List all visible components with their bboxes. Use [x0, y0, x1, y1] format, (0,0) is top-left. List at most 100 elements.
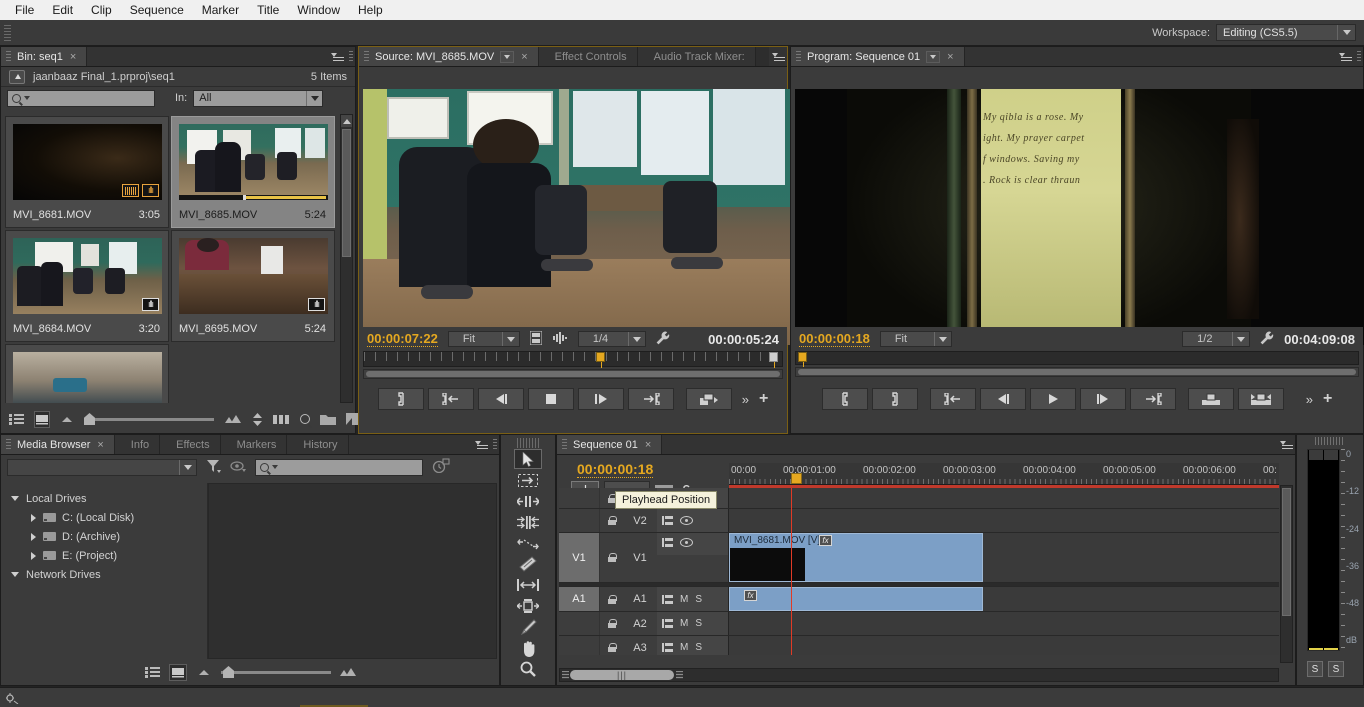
tab-audio-track-mixer[interactable]: Audio Track Mixer:: [637, 47, 756, 66]
zoom-thumb[interactable]: [798, 369, 1356, 375]
timeline-video-clip[interactable]: MVI_8681.MOV [V] fx: [729, 533, 983, 582]
ripple-edit-tool[interactable]: [514, 491, 542, 511]
chevron-right-icon[interactable]: [31, 551, 36, 560]
find-icon[interactable]: [300, 411, 310, 428]
source-playhead[interactable]: [596, 352, 605, 368]
mark-out-button[interactable]: [871, 388, 918, 410]
source-fit-select[interactable]: Fit: [447, 331, 520, 347]
mute-button[interactable]: M: [680, 594, 688, 605]
solo-button[interactable]: S: [695, 642, 702, 653]
chevron-down-icon[interactable]: [24, 96, 30, 100]
close-icon[interactable]: ×: [70, 51, 76, 63]
play-button[interactable]: [577, 388, 624, 410]
source-zoom-scrollbar[interactable]: [363, 369, 783, 379]
track-target-v1[interactable]: V1: [559, 533, 599, 582]
menu-title[interactable]: Title: [248, 1, 288, 19]
media-browser-zoom-slider[interactable]: [221, 666, 331, 678]
source-panel-menu-icon[interactable]: [769, 47, 787, 66]
solo-button-left[interactable]: S: [1307, 661, 1323, 677]
drag-grip[interactable]: [4, 25, 11, 41]
mute-button[interactable]: M: [680, 642, 688, 653]
track-content-a3[interactable]: [729, 636, 1279, 655]
chevron-down-icon[interactable]: [11, 496, 19, 501]
track-lock-a1[interactable]: [599, 587, 623, 611]
chevron-down-icon[interactable]: [926, 50, 941, 63]
close-icon[interactable]: ×: [947, 51, 953, 63]
track-lock-a3[interactable]: [599, 636, 623, 655]
fx-badge-icon[interactable]: fx: [819, 535, 832, 546]
mark-in-button[interactable]: [821, 388, 868, 410]
chevron-down-icon[interactable]: [627, 332, 645, 346]
track-output-icon[interactable]: [662, 516, 673, 525]
track-row-v2[interactable]: V2: [559, 509, 1279, 533]
program-zoom-scrollbar[interactable]: [795, 367, 1359, 377]
zoom-tool[interactable]: [514, 659, 542, 679]
track-lock-v1[interactable]: [599, 533, 623, 582]
icon-view-icon[interactable]: [34, 410, 50, 428]
go-to-out-button[interactable]: [1129, 388, 1176, 410]
settings-wrench-icon[interactable]: [1260, 331, 1274, 348]
tab-info[interactable]: Info: [114, 435, 161, 454]
list-view-icon[interactable]: [143, 664, 161, 681]
track-row-a1[interactable]: A1 A1 M S fx: [559, 587, 1279, 612]
track-lock-a2[interactable]: [599, 612, 623, 635]
bin-clip-item[interactable]: ıllı MVI_8684.MOV 3:20: [5, 230, 169, 342]
track-output-icon[interactable]: [662, 619, 673, 628]
close-icon[interactable]: ×: [97, 439, 103, 451]
zoom-thumb[interactable]: [366, 371, 780, 377]
tab-bin-seq1[interactable]: Bin: seq1 ×: [1, 47, 88, 66]
program-playhead[interactable]: [798, 352, 807, 368]
directory-viewer-select[interactable]: [7, 458, 197, 476]
timeline-ruler[interactable]: 00:00 00:00:01:00 00:00:02:00 00:00:03:0…: [729, 463, 1279, 485]
program-panel-grip[interactable]: [1354, 47, 1363, 66]
zoom-in-icon[interactable]: [224, 411, 242, 428]
mark-out-button[interactable]: [377, 388, 424, 410]
track-row-a2[interactable]: A2 M S: [559, 612, 1279, 636]
thumbnail-zoom-slider[interactable]: [84, 413, 214, 425]
source-quality-select[interactable]: 1/4: [577, 331, 646, 347]
track-target-a2[interactable]: [559, 612, 599, 635]
tools-panel-grip[interactable]: [517, 438, 539, 448]
chevron-down-icon[interactable]: [501, 332, 519, 346]
eye-icon[interactable]: [680, 538, 693, 547]
insert-button[interactable]: [685, 388, 732, 410]
rolling-edit-tool[interactable]: [514, 512, 542, 532]
step-forward-button[interactable]: [1079, 388, 1126, 410]
bin-scrollbar[interactable]: [340, 114, 353, 403]
chevron-down-icon[interactable]: [933, 332, 951, 346]
media-browser-grip[interactable]: [490, 435, 499, 454]
bin-clip-item[interactable]: [5, 344, 169, 403]
tree-node-local-drives[interactable]: Local Drives: [3, 489, 207, 508]
source-waveform-icon[interactable]: [552, 331, 568, 347]
timeline-panel-menu-icon[interactable]: [1277, 435, 1295, 454]
bin-in-select[interactable]: All: [193, 89, 324, 107]
tree-node-d-drive[interactable]: D: (Archive): [3, 527, 207, 546]
zoom-out-icon[interactable]: [60, 411, 74, 428]
menu-clip[interactable]: Clip: [82, 1, 121, 19]
bin-clip-item[interactable]: ıllı MVI_8681.MOV 3:05: [5, 116, 169, 228]
automate-to-sequence-icon[interactable]: [273, 411, 290, 428]
button-editor-icon[interactable]: +: [759, 390, 768, 408]
media-browser-content[interactable]: [208, 483, 497, 659]
program-fit-select[interactable]: Fit: [879, 331, 952, 347]
track-target-a1[interactable]: A1: [559, 587, 599, 611]
chevron-down-icon[interactable]: [272, 465, 278, 469]
track-content-a2[interactable]: [729, 612, 1279, 635]
workspace-select[interactable]: Editing (CS5.5): [1216, 24, 1356, 41]
close-icon[interactable]: ×: [521, 51, 527, 63]
program-scrub-ruler[interactable]: [795, 351, 1359, 368]
track-target-v2[interactable]: [559, 509, 599, 532]
track-target-v3[interactable]: [559, 488, 599, 508]
timeline-playhead[interactable]: [791, 488, 792, 655]
source-video-frame[interactable]: [363, 89, 791, 345]
step-back-button[interactable]: [979, 388, 1026, 410]
media-browser-panel-menu-icon[interactable]: [472, 435, 490, 454]
program-panel-menu-icon[interactable]: [1336, 47, 1354, 66]
tab-program-sequence-01[interactable]: Program: Sequence 01 ×: [791, 47, 965, 66]
visibility-eye-icon[interactable]: [230, 460, 246, 475]
go-to-out-button[interactable]: [627, 388, 674, 410]
timeline-playhead-handle[interactable]: [791, 473, 802, 484]
zoom-in-icon[interactable]: [339, 664, 357, 681]
slip-tool[interactable]: [514, 575, 542, 595]
program-current-timecode[interactable]: 00:00:00:18: [799, 331, 870, 347]
